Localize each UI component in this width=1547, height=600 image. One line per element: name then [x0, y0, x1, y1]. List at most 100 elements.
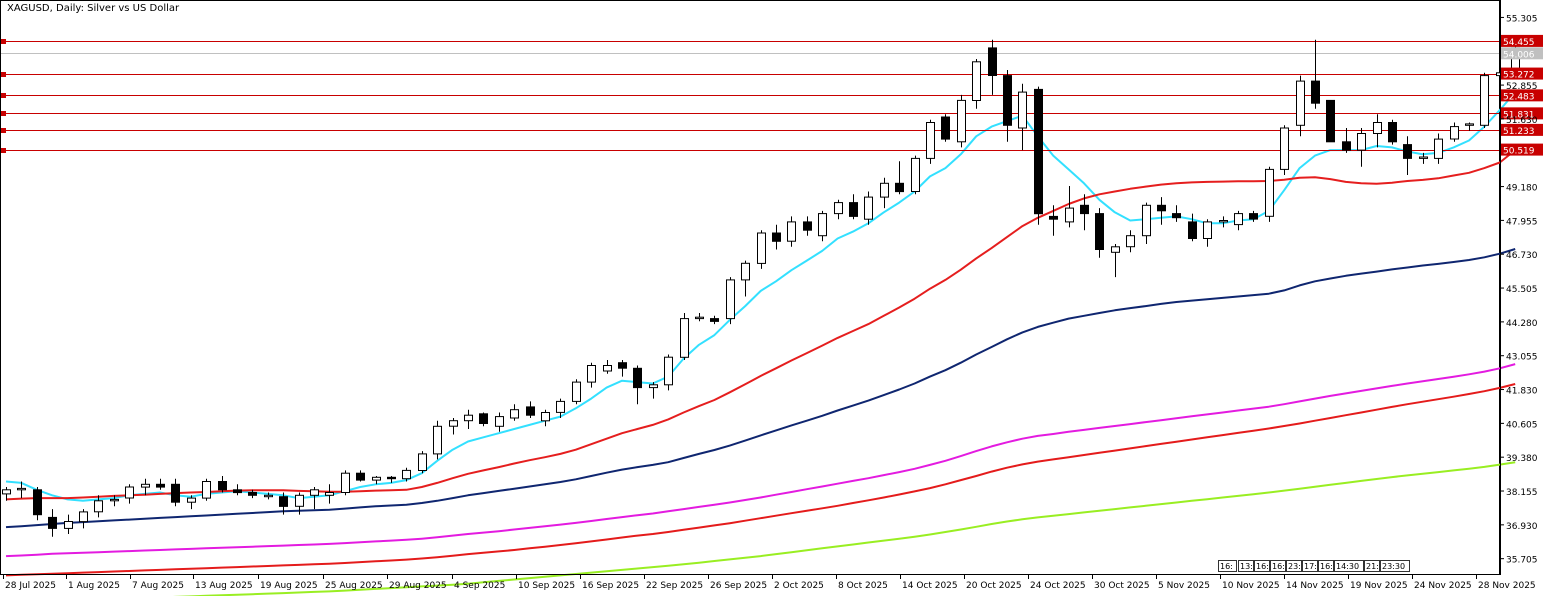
- time-label-8: 21:: [1366, 562, 1379, 571]
- time-label-0: 16:: [1220, 562, 1233, 571]
- candle-body-68: [1049, 215, 1058, 220]
- candle-body-8: [125, 486, 134, 499]
- candle-body-11: [171, 483, 180, 503]
- level-marker-3: [1, 93, 6, 98]
- level-marker-2: [1, 72, 6, 77]
- candle-body-32: [495, 416, 504, 427]
- candle-body-65: [1003, 75, 1012, 126]
- candle-body-15: [233, 489, 242, 494]
- candle-body-69: [1065, 207, 1074, 223]
- candle-body-60: [926, 122, 935, 159]
- level-marker-1: [1, 39, 6, 44]
- candle-body-55: [849, 202, 858, 217]
- candle-body-85: [1311, 80, 1320, 104]
- candle-body-46: [710, 318, 719, 322]
- candle-body-38: [587, 365, 596, 383]
- candle-body-10: [156, 483, 165, 488]
- chart-root: 55.305 54.455 54.006 53.272 52.855 52.483 51.8…: [0, 0, 1547, 600]
- level-marker-6: [1, 148, 6, 153]
- candle-body-40: [618, 362, 627, 369]
- x-tick-label-17: 30 Oct 2025: [1094, 581, 1150, 591]
- candle-body-36: [556, 400, 565, 413]
- y-tick-label-12: 46.730: [1506, 251, 1538, 261]
- candle-body-83: [1280, 127, 1289, 170]
- candle-body-86: [1326, 99, 1335, 143]
- y-tick-label-0: 55.305: [1506, 14, 1538, 24]
- x-tick-label-0: 28 Jul 2025: [5, 581, 56, 591]
- x-tick-label-20: 14 Nov 2025: [1286, 581, 1344, 591]
- candle-body-47: [726, 279, 735, 320]
- time-label-2: 16:: [1256, 562, 1269, 571]
- candle-body-64: [988, 47, 997, 77]
- x-tick-label-8: 10 Sep 2025: [518, 581, 575, 591]
- candle-body-22: [341, 472, 350, 494]
- candle-body-44: [680, 318, 689, 358]
- candle-body-21: [325, 492, 334, 496]
- candle-body-50: [772, 232, 781, 242]
- y-tick-label-18: 39.380: [1506, 454, 1538, 464]
- x-tick-label-18: 5 Nov 2025: [1158, 581, 1210, 591]
- x-tick-label-6: 29 Aug 2025: [389, 581, 447, 591]
- candle-body-23: [356, 472, 365, 481]
- candle-body-71: [1095, 213, 1104, 251]
- candle-body-87: [1342, 141, 1351, 151]
- x-tick-label-23: 28 Nov 2025: [1478, 581, 1536, 591]
- candle-body-92: [1419, 156, 1428, 159]
- candle-body-4: [64, 521, 73, 529]
- candle-body-73: [1126, 235, 1135, 248]
- x-tick-label-5: 25 Aug 2025: [325, 581, 383, 591]
- candle-body-24: [372, 476, 381, 481]
- candle-body-35: [541, 412, 550, 422]
- candle-body-17: [264, 494, 273, 498]
- candle-body-78: [1203, 221, 1212, 239]
- candle-body-82: [1265, 168, 1274, 217]
- candle-body-16: [248, 492, 257, 496]
- x-tick-label-3: 13 Aug 2025: [195, 581, 253, 591]
- candle-body-20: [310, 489, 319, 496]
- candle-body-28: [433, 425, 442, 455]
- candle-body-91: [1403, 144, 1412, 159]
- candle-body-67: [1034, 88, 1043, 215]
- time-label-1: 13:: [1240, 562, 1253, 571]
- candle-body-19: [295, 494, 304, 507]
- candle-body-51: [787, 221, 796, 242]
- time-label-3: 16:: [1272, 562, 1285, 571]
- candle-body-12: [187, 497, 196, 503]
- candle-body-27: [418, 453, 427, 471]
- candle-body-43: [664, 356, 673, 386]
- candle-body-76: [1172, 213, 1181, 219]
- candle-body-62: [957, 99, 966, 143]
- candle-body-13: [202, 481, 211, 499]
- y-tick-label-10: 49.180: [1506, 184, 1538, 194]
- y-tick-label-13: 45.505: [1506, 285, 1538, 295]
- candle-body-33: [510, 409, 519, 419]
- candle-body-45: [695, 316, 704, 320]
- candle-body-39: [603, 365, 612, 372]
- x-tick-label-21: 19 Nov 2025: [1350, 581, 1408, 591]
- candle-body-31: [479, 413, 488, 424]
- candle-body-9: [141, 483, 150, 488]
- candle-body-52: [803, 221, 812, 231]
- x-tick-label-4: 19 Aug 2025: [260, 581, 318, 591]
- candle-body-84: [1296, 80, 1305, 126]
- x-tick-label-2: 7 Aug 2025: [132, 581, 184, 591]
- candle-body-75: [1157, 204, 1166, 212]
- x-tick-label-7: 4 Sep 2025: [454, 581, 505, 591]
- y-tick-label-15: 43.055: [1506, 353, 1538, 363]
- candle-body-72: [1111, 246, 1120, 253]
- candle-body-34: [526, 406, 535, 416]
- y-tick-label-11: 47.955: [1506, 217, 1538, 227]
- candle-body-7: [110, 498, 119, 502]
- candle-body-1: [17, 487, 26, 491]
- candle-body-14: [218, 481, 227, 491]
- candle-body-81: [1249, 213, 1258, 220]
- candle-body-41: [633, 367, 642, 389]
- time-label-4: 23:: [1288, 562, 1301, 571]
- y-tick-label-14: 44.280: [1506, 319, 1538, 329]
- chart-title: XAGUSD, Daily: Silver vs US Dollar: [7, 3, 180, 14]
- x-tick-label-12: 2 Oct 2025: [774, 581, 824, 591]
- candle-body-96: [1480, 75, 1489, 126]
- level-marker-4: [1, 111, 6, 116]
- candle-body-63: [972, 61, 981, 101]
- x-tick-label-11: 26 Sep 2025: [710, 581, 767, 591]
